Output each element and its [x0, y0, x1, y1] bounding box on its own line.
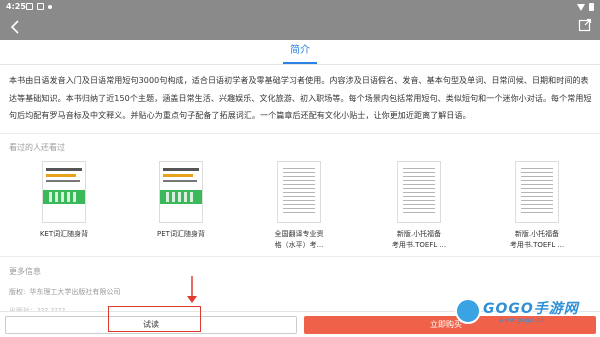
- site-watermark: GOGO手游网 www.gogo.cn: [455, 294, 598, 332]
- watermark-logo-icon: [455, 298, 481, 324]
- watermark-domain: www.gogo.cn: [499, 317, 545, 324]
- annotation-arrow-icon: [187, 276, 197, 303]
- watermark-brand: GOGO手游网: [483, 301, 579, 317]
- app-screen: 4:25 简介 本书由日语发音入门及日语常用短句3000句构成，适合日语初学者及…: [0, 0, 600, 337]
